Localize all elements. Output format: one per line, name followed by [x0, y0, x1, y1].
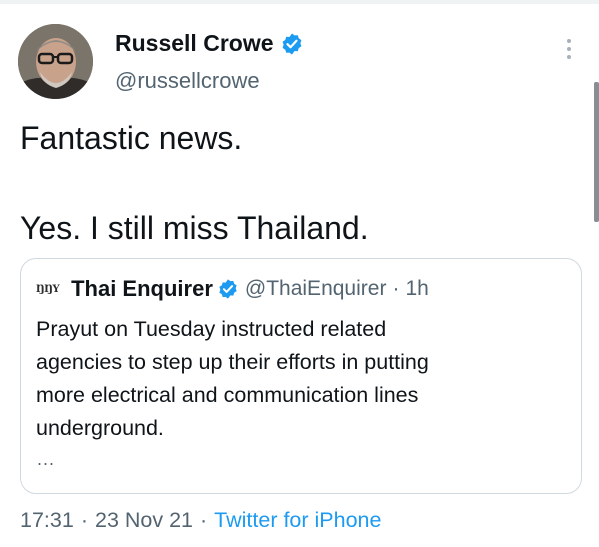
quote-separator: ·: [392, 277, 400, 300]
quote-header: ŊŊY Thai Enquirer @ThaiEnquirer · 1h: [36, 274, 429, 304]
tweet-source-link[interactable]: Twitter for iPhone: [214, 508, 381, 533]
quote-body-line: more electrical and communication lines: [36, 383, 419, 407]
tweet-time[interactable]: 17:31: [20, 508, 74, 533]
quote-timestamp[interactable]: 1h: [405, 277, 428, 301]
meta-separator: ·: [200, 507, 208, 532]
quote-author-name[interactable]: Thai Enquirer: [71, 276, 213, 302]
author-handle[interactable]: @russellcrowe: [115, 68, 260, 94]
top-divider: [0, 0, 599, 4]
avatar-photo: [18, 24, 93, 99]
quote-body-line: agencies to step up their efforts in put…: [36, 350, 429, 374]
tweet-metadata: 17:31 · 23 Nov 21 · Twitter for iPhone: [20, 506, 381, 534]
thai-enquirer-logo: ŊŊY: [36, 283, 60, 295]
author-name[interactable]: Russell Crowe: [115, 30, 304, 57]
quote-body-line: Prayut on Tuesday instructed related: [36, 317, 387, 341]
quote-truncation-ellipsis: ...: [37, 449, 56, 469]
quote-body-line: underground.: [36, 416, 164, 440]
verified-badge-icon: [282, 33, 301, 54]
tweet-date[interactable]: 23 Nov 21: [95, 508, 193, 533]
quote-verified-badge-icon: [217, 278, 239, 300]
tweet-text-line-2: Yes. I still miss Thailand.: [20, 210, 369, 246]
more-options-icon[interactable]: [559, 34, 579, 64]
avatar[interactable]: [18, 24, 93, 99]
tweet-page: Russell Crowe @russellcrowe Fantastic ne…: [0, 0, 599, 547]
quote-body: Prayut on Tuesday instructed related age…: [36, 313, 556, 445]
quote-author-handle[interactable]: @ThaiEnquirer: [245, 277, 387, 301]
scrollbar-thumb[interactable]: [594, 82, 599, 222]
quoted-tweet-card[interactable]: ŊŊY Thai Enquirer @ThaiEnquirer · 1h Pra…: [20, 258, 582, 494]
tweet-text-line-1: Fantastic news.: [20, 120, 243, 156]
meta-separator: ·: [80, 507, 88, 532]
author-name-text: Russell Crowe: [115, 30, 274, 56]
